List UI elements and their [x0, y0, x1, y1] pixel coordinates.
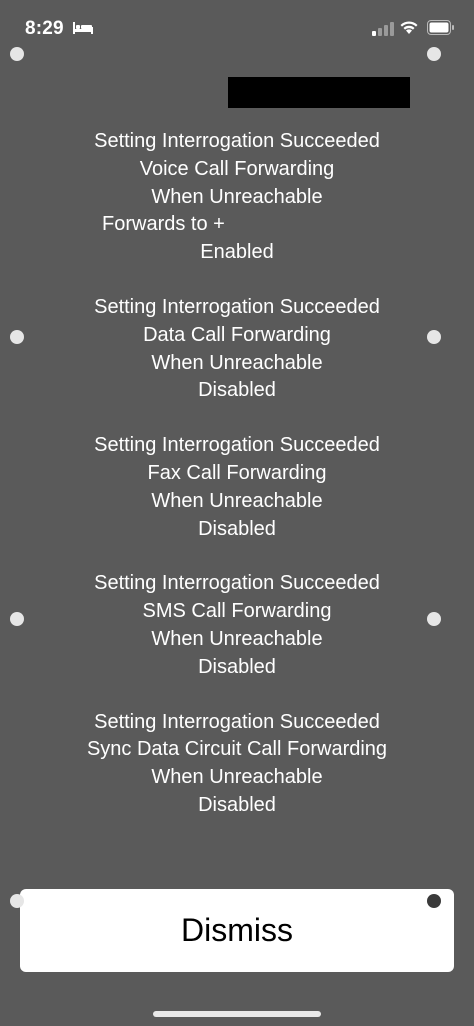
message-block-sync-data: Setting Interrogation Succeeded Sync Dat… — [0, 709, 474, 820]
status-time: 8:29 — [25, 18, 64, 39]
message-line: Enabled — [200, 241, 274, 264]
bed-icon — [73, 21, 93, 40]
message-line: When Unreachable — [151, 627, 323, 650]
message-line: Forwards to + — [0, 211, 474, 239]
message-line: When Unreachable — [151, 185, 323, 208]
message-line: Disabled — [198, 517, 276, 540]
battery-icon — [427, 20, 455, 40]
wifi-icon — [399, 20, 419, 40]
message-line: SMS Call Forwarding — [142, 600, 332, 623]
selection-handle-bottom-left[interactable] — [10, 894, 24, 908]
message-line: Setting Interrogation Succeeded — [94, 572, 380, 595]
selection-handle-top-left[interactable] — [10, 47, 24, 61]
message-block-data: Setting Interrogation Succeeded Data Cal… — [0, 294, 474, 405]
message-line: Fax Call Forwarding — [147, 461, 327, 484]
signal-icon — [372, 22, 394, 41]
redacted-phone-number — [228, 77, 410, 108]
message-line: Setting Interrogation Succeeded — [94, 130, 380, 152]
status-bar: 8:29 — [0, 0, 474, 58]
message-line: When Unreachable — [151, 489, 323, 512]
message-line: Sync Data Circuit Call Forwarding — [86, 738, 388, 761]
message-block-fax: Setting Interrogation Succeeded Fax Call… — [0, 432, 474, 543]
message-line: Disabled — [198, 655, 276, 678]
message-line: Data Call Forwarding — [143, 323, 331, 346]
dismiss-button[interactable]: Dismiss — [20, 889, 454, 972]
message-line: Disabled — [198, 379, 276, 402]
message-line: Setting Interrogation Succeeded — [94, 710, 380, 733]
selection-handle-bottom-right[interactable] — [427, 894, 441, 908]
message-block-voice: Setting Interrogation Succeeded Voice Ca… — [0, 128, 474, 267]
message-block-sms: Setting Interrogation Succeeded SMS Call… — [0, 570, 474, 681]
alert-message: Setting Interrogation Succeeded Voice Ca… — [0, 128, 474, 847]
message-line: When Unreachable — [151, 351, 323, 374]
forwards-to-text: Forwards to + — [102, 213, 225, 236]
message-line: Setting Interrogation Succeeded — [94, 295, 380, 318]
message-line: When Unreachable — [151, 766, 323, 789]
message-line: Voice Call Forwarding — [139, 157, 335, 180]
message-line: Setting Interrogation Succeeded — [94, 434, 380, 457]
message-line: Disabled — [198, 793, 276, 816]
selection-handle-top-right[interactable] — [427, 47, 441, 61]
home-indicator[interactable] — [153, 1011, 321, 1017]
